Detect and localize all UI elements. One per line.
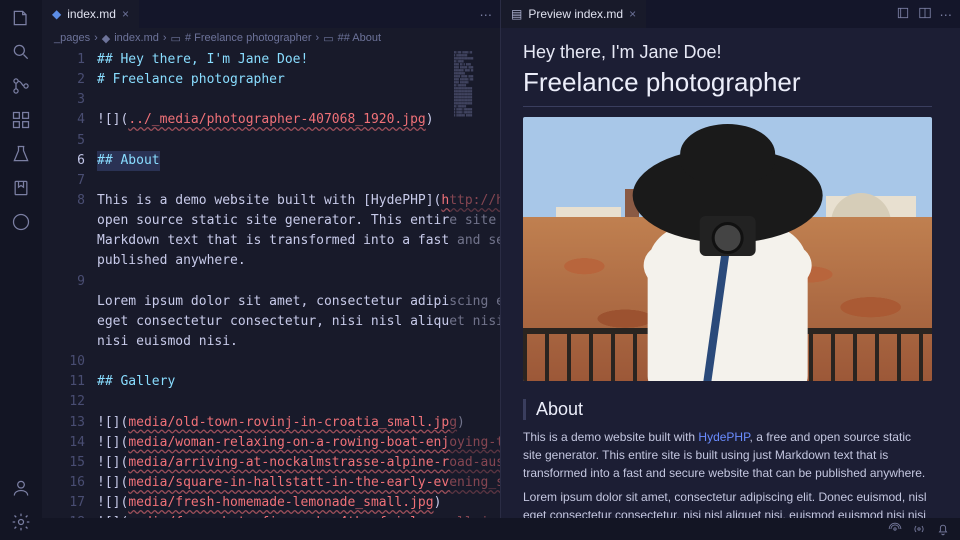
preview-greeting: Hey there, I'm Jane Doe! [523, 42, 932, 63]
preview-about-p2: Lorem ipsum dolor sit amet, consectetur … [523, 488, 932, 518]
broadcast-icon[interactable] [912, 522, 926, 536]
activity-bar-bottom [0, 476, 42, 534]
preview-title: Freelance photographer [523, 67, 932, 107]
preview-tab-label: Preview index.md [528, 7, 623, 21]
preview-pane: ▤ Preview index.md × ⋯ Hey there, I'm Ja… [501, 0, 960, 518]
breadcrumb-file: index.md [114, 32, 159, 44]
code-area[interactable]: ## Hey there, I'm Jane Doe!# Freelance p… [97, 48, 500, 518]
editor-tab-actions: ⋯ [472, 0, 501, 28]
symbol-string-icon: ▭ [323, 32, 333, 45]
minimap[interactable]: ██ ███ █████ ███ ███████████████████████… [450, 48, 500, 518]
settings-gear-icon[interactable] [9, 510, 33, 534]
preview-icon: ▤ [511, 7, 522, 21]
status-bar [42, 518, 960, 540]
preview-hero-image [523, 117, 932, 381]
split-editor-icon[interactable] [918, 6, 932, 23]
testing-icon[interactable] [9, 142, 33, 166]
close-icon[interactable]: × [629, 7, 636, 21]
chevron-right-icon: › [316, 32, 320, 44]
editor-tab-index[interactable]: ◆ index.md × [42, 0, 139, 28]
activity-bar-top [0, 6, 42, 234]
account-icon[interactable] [9, 476, 33, 500]
preview-about-p1: This is a demo website built with HydePH… [523, 428, 932, 482]
chevron-right-icon: › [163, 32, 167, 44]
preview-body[interactable]: Hey there, I'm Jane Doe! Freelance photo… [501, 28, 960, 518]
line-gutter: 1234567891011121314151617181920212223242… [42, 48, 97, 518]
search-icon[interactable] [9, 40, 33, 64]
port-forward-icon[interactable] [888, 522, 902, 536]
preview-tabs: ▤ Preview index.md × ⋯ [501, 0, 960, 28]
preview-about-heading: About [523, 399, 932, 420]
preview-tab-actions: ⋯ [888, 0, 960, 28]
activity-bar [0, 0, 42, 540]
preview-tab[interactable]: ▤ Preview index.md × [501, 0, 646, 28]
breadcrumb-symbol-1: # Freelance photographer [185, 32, 312, 44]
markdown-file-icon: ◆ [102, 32, 110, 45]
files-icon[interactable] [9, 6, 33, 30]
extensions-icon[interactable] [9, 108, 33, 132]
bell-icon[interactable] [936, 522, 950, 536]
preview-hydephp-link[interactable]: HydePHP [698, 430, 749, 444]
markdown-file-icon: ◆ [52, 7, 61, 21]
breadcrumb-folder: _pages [54, 32, 90, 44]
editor-pane: ◆ index.md × ⋯ _pages › ◆ index.md › ▭ #… [42, 0, 501, 518]
breadcrumb-symbol-2: ## About [338, 32, 381, 44]
editor-split: ◆ index.md × ⋯ _pages › ◆ index.md › ▭ #… [42, 0, 960, 518]
github-icon[interactable] [9, 210, 33, 234]
breadcrumb[interactable]: _pages › ◆ index.md › ▭ # Freelance phot… [42, 28, 500, 48]
show-source-icon[interactable] [896, 6, 910, 23]
symbol-string-icon: ▭ [171, 32, 181, 45]
editor-body[interactable]: 1234567891011121314151617181920212223242… [42, 48, 500, 518]
source-control-icon[interactable] [9, 74, 33, 98]
editor-tabs: ◆ index.md × ⋯ [42, 0, 500, 28]
editor-tab-label: index.md [67, 7, 116, 21]
chevron-right-icon: › [94, 32, 98, 44]
more-actions-icon[interactable]: ⋯ [480, 7, 493, 22]
main-area: ◆ index.md × ⋯ _pages › ◆ index.md › ▭ #… [42, 0, 960, 540]
bookmark-icon[interactable] [9, 176, 33, 200]
close-icon[interactable]: × [122, 7, 129, 21]
more-actions-icon[interactable]: ⋯ [940, 7, 953, 22]
